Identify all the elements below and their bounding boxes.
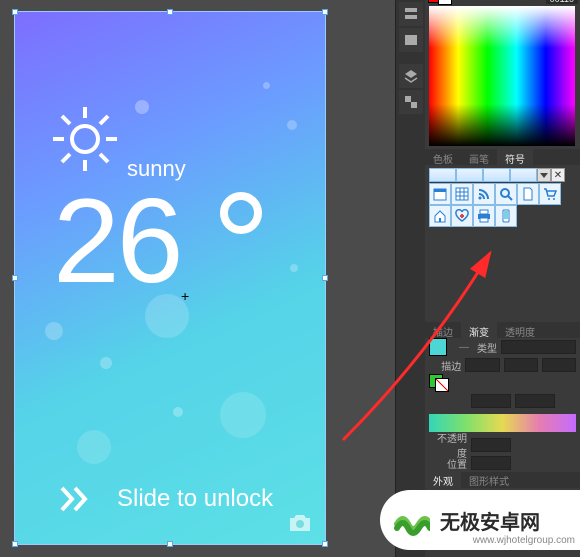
symbol-calendar-icon[interactable] xyxy=(429,183,451,205)
selection-handle[interactable] xyxy=(322,541,328,547)
selection-handle[interactable] xyxy=(12,541,18,547)
right-panel: 00110 色板 画笔 符号 ✕ 描边 渐变 xyxy=(425,0,580,557)
tab-appearance[interactable]: 外观 xyxy=(425,471,461,490)
watermark-logo-icon xyxy=(394,502,430,538)
layers-icon[interactable] xyxy=(399,64,423,88)
stroke-input[interactable] xyxy=(465,358,499,372)
tab-stroke[interactable]: 描边 xyxy=(425,322,461,338)
artboards-icon[interactable] xyxy=(399,90,423,114)
prop-label-position: 位置 xyxy=(429,456,467,471)
symbol-cart-icon[interactable] xyxy=(539,183,561,205)
hex-readout: 00110 xyxy=(546,0,578,4)
slide-to-unlock-label: Slide to unlock xyxy=(117,485,273,513)
opacity-input[interactable] xyxy=(471,438,511,452)
symbol-document-icon[interactable] xyxy=(517,183,539,205)
panel-toggle-button[interactable] xyxy=(399,2,423,26)
symbol-home-icon[interactable] xyxy=(429,205,451,227)
canvas-area[interactable]: sunny 26 + Slide to unlock xyxy=(0,0,395,557)
tab-gradient[interactable]: 渐变 xyxy=(461,322,497,338)
close-icon[interactable]: ✕ xyxy=(551,168,565,182)
chevron-right-icon xyxy=(59,484,93,514)
gradient-preview-swatch[interactable] xyxy=(429,338,447,356)
tab-palette[interactable]: 色板 xyxy=(425,149,461,165)
stroke-input[interactable] xyxy=(542,358,576,372)
symbol-rss-icon[interactable] xyxy=(473,183,495,205)
dropdown-button[interactable] xyxy=(537,168,551,182)
aspect-input[interactable] xyxy=(515,394,555,408)
tab-transparency[interactable]: 透明度 xyxy=(497,322,543,338)
prop-label-type: 类型 xyxy=(473,340,497,355)
selection-handle[interactable] xyxy=(12,275,18,281)
symbol-phone-icon[interactable] xyxy=(495,205,517,227)
center-crosshair: + xyxy=(181,288,189,304)
temperature-value: 26 xyxy=(53,172,180,310)
selection-handle[interactable] xyxy=(167,9,173,15)
symbol-thumb[interactable] xyxy=(429,168,456,182)
artboard[interactable]: sunny 26 + Slide to unlock xyxy=(14,11,326,545)
selection-handle[interactable] xyxy=(167,541,173,547)
prop-label-stroke: 描边 xyxy=(429,358,461,373)
selection-handle[interactable] xyxy=(322,275,328,281)
background-swatch[interactable] xyxy=(438,0,452,5)
angle-input[interactable] xyxy=(471,394,511,408)
selection-handle[interactable] xyxy=(12,9,18,15)
camera-icon xyxy=(287,512,313,534)
watermark-url: www.wjhotelgroup.com xyxy=(473,535,575,546)
symbol-thumb[interactable] xyxy=(510,168,537,182)
watermark: 无极安卓网 www.wjhotelgroup.com xyxy=(380,490,580,550)
type-select[interactable] xyxy=(501,340,576,354)
fill-stroke-swatch[interactable] xyxy=(429,374,451,392)
symbol-thumb[interactable] xyxy=(483,168,510,182)
tab-brush[interactable]: 画笔 xyxy=(461,149,497,165)
symbols-panel: ✕ xyxy=(429,168,577,227)
sun-icon xyxy=(50,104,120,174)
symbol-search-icon[interactable] xyxy=(495,183,517,205)
panel-toggle-button[interactable] xyxy=(399,28,423,52)
stroke-input[interactable] xyxy=(504,358,538,372)
symbol-thumb[interactable] xyxy=(456,168,483,182)
watermark-title: 无极安卓网 xyxy=(440,506,540,535)
position-input[interactable] xyxy=(471,456,511,470)
panel-dock-column xyxy=(395,0,425,557)
tab-graphic-styles[interactable]: 图形样式 xyxy=(461,471,517,490)
symbol-print-icon[interactable] xyxy=(473,205,495,227)
degree-symbol xyxy=(220,192,262,234)
symbol-heart-icon[interactable] xyxy=(451,205,473,227)
symbol-table-icon[interactable] xyxy=(451,183,473,205)
color-spectrum-picker[interactable] xyxy=(429,6,575,146)
selection-handle[interactable] xyxy=(322,9,328,15)
tab-symbols[interactable]: 符号 xyxy=(497,149,533,165)
